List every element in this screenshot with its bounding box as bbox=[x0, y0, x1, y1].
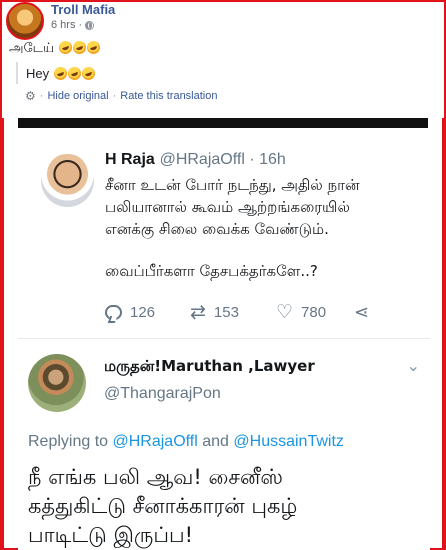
reply-author-handle: @ThangarajPon bbox=[104, 385, 221, 402]
reply-icon bbox=[105, 305, 122, 320]
reply-author-avatar bbox=[28, 354, 86, 412]
reply-action: 126 bbox=[105, 304, 190, 321]
retweet-icon: ⇄ bbox=[190, 302, 206, 323]
laughing-emoji-icon bbox=[51, 64, 69, 82]
heart-icon: ♡ bbox=[276, 302, 294, 323]
header-text: Troll Mafia 6 hrs · bbox=[51, 2, 115, 32]
translation-content: Hey bbox=[26, 65, 50, 81]
tweet-body: சீனா உடன் போர் நடந்து, அதில் நான் பலியான… bbox=[105, 174, 415, 282]
share-icon: ⋖ bbox=[354, 302, 370, 322]
laughing-emoji-icon bbox=[71, 39, 89, 56]
post-header: Troll Mafia 6 hrs · bbox=[6, 2, 115, 40]
tweet-line: சீனா உடன் போர் நடந்து, அதில் நான் bbox=[105, 176, 360, 194]
laughing-emoji-icon bbox=[85, 39, 103, 56]
image-top-strip bbox=[18, 118, 428, 128]
reply-count: 126 bbox=[130, 304, 156, 321]
link-separator: · bbox=[39, 90, 44, 102]
tweet-author-handle: @HRajaOffl · 16h bbox=[159, 151, 286, 168]
laughing-emoji-icon bbox=[57, 39, 75, 56]
retweet-action: ⇄ 153 bbox=[190, 302, 276, 323]
chevron-down-icon: ⌄ bbox=[406, 356, 420, 375]
post-text-content: அடேய் bbox=[9, 41, 55, 56]
globe-icon bbox=[85, 20, 95, 30]
share-action: ⋖ bbox=[354, 302, 370, 322]
rate-translation-link[interactable]: Rate this translation bbox=[120, 90, 217, 102]
post-text: அடேய் bbox=[9, 39, 103, 57]
reply-line: பாடிட்டு இருப்ப! bbox=[28, 523, 194, 547]
gear-icon[interactable]: ⚙ bbox=[25, 90, 36, 102]
post-time[interactable]: 6 hrs bbox=[51, 18, 75, 32]
tweet-author: H Raja @HRajaOffl · 16h bbox=[105, 150, 286, 169]
translation-links: ⚙ · Hide original · Rate this translatio… bbox=[25, 90, 217, 102]
tweet-question: வைப்பீர்களா தேசபக்தர்களே..? bbox=[105, 262, 318, 280]
page-avatar[interactable] bbox=[6, 2, 44, 40]
reply-tweet-body: நீ எங்க பலி ஆவ! சைனீஸ் கத்துகிட்டு சீனாக… bbox=[28, 463, 430, 550]
replying-prefix: Replying to bbox=[28, 433, 113, 450]
replying-and: and bbox=[197, 433, 234, 450]
post-image[interactable]: H Raja @HRajaOffl · 16h சீனா உடன் போர் ந… bbox=[0, 118, 446, 550]
tweet-author-avatar bbox=[41, 154, 94, 207]
tweet-actions: 126 ⇄ 153 ♡ 780 ⋖ bbox=[105, 302, 370, 323]
laughing-emoji-icon bbox=[65, 64, 83, 82]
meta-separator: · bbox=[78, 19, 83, 31]
reply-line: கத்துகிட்டு சீனாக்காரன் புகழ் bbox=[28, 494, 298, 518]
tweet-line: எனக்கு சிலை வைக்க வேண்டும். bbox=[105, 220, 329, 238]
post-meta: 6 hrs · bbox=[51, 18, 115, 32]
tweet-card: H Raja @HRajaOffl · 16h சீனா உடன் போர் ந… bbox=[18, 128, 430, 338]
image-border-right bbox=[442, 118, 446, 550]
reply-line: நீ எங்க பலி ஆவ! சைனீஸ் bbox=[28, 465, 283, 489]
hide-original-link[interactable]: Hide original bbox=[47, 90, 108, 102]
like-count: 780 bbox=[301, 304, 327, 321]
tweet-author-name: H Raja bbox=[105, 151, 155, 168]
link-separator: · bbox=[112, 90, 117, 102]
reply-author-name: மருதன்!Maruthan ,Lawyer bbox=[104, 357, 315, 375]
mention-hrajaoffl: @HRajaOffl bbox=[112, 433, 198, 450]
laughing-emoji-icon bbox=[79, 64, 97, 82]
tweet-line-gap bbox=[105, 240, 415, 260]
replying-to: Replying to @HRajaOffl and @HussainTwitz bbox=[28, 433, 344, 451]
image-border-left bbox=[0, 118, 4, 550]
mention-hussaintwitz: @HussainTwitz bbox=[233, 433, 344, 450]
page-name-link[interactable]: Troll Mafia bbox=[51, 2, 115, 17]
retweet-count: 153 bbox=[213, 304, 239, 321]
like-action: ♡ 780 bbox=[276, 302, 354, 323]
translated-text: Hey bbox=[16, 62, 97, 84]
reply-tweet-card: மருதன்!Maruthan ,Lawyer ⌄ @ThangarajPon … bbox=[18, 338, 430, 550]
tweet-line: பலியானால் கூவம் ஆற்றங்கரையில் bbox=[105, 198, 350, 216]
